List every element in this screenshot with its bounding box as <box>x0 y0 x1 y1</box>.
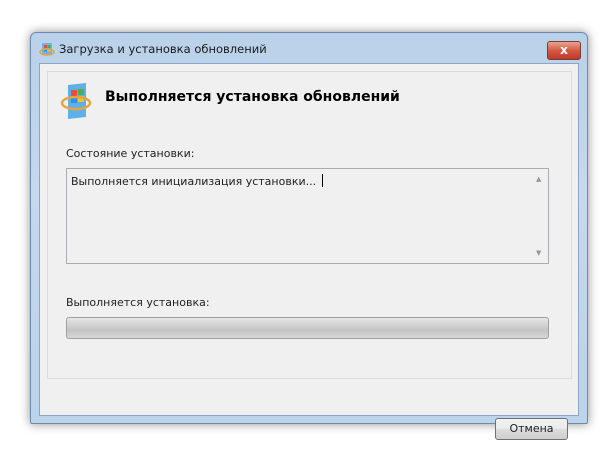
status-text: Выполняется инициализация установки... <box>71 174 324 188</box>
scroll-up-icon[interactable]: ▲ <box>536 175 541 183</box>
text-caret <box>322 174 324 187</box>
content-panel: Выполняется установка обновлений Состоян… <box>47 71 572 379</box>
scroll-down-icon[interactable]: ▼ <box>536 249 541 257</box>
close-button[interactable]: x <box>547 41 581 60</box>
progress-label: Выполняется установка: <box>66 296 210 309</box>
cancel-button[interactable]: Отмена <box>495 418 568 440</box>
scrollbar[interactable]: ▲ ▼ <box>532 169 548 263</box>
dialog-client: Выполняется установка обновлений Состоян… <box>39 63 579 440</box>
windows-update-icon <box>39 43 55 56</box>
windows-update-icon <box>60 83 92 119</box>
progress-bar <box>66 317 549 339</box>
status-textbox[interactable]: Выполняется инициализация установки... ▲… <box>66 168 549 264</box>
status-label: Состояние установки: <box>66 147 195 160</box>
update-dialog: Загрузка и установка обновлений x Выполн… <box>30 32 588 440</box>
window-title: Загрузка и установка обновлений <box>59 42 267 56</box>
status-text-value: Выполняется инициализация установки... <box>71 175 317 188</box>
page-title: Выполняется установка обновлений <box>105 89 400 105</box>
